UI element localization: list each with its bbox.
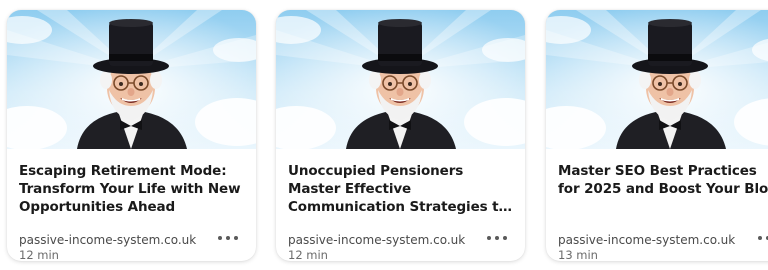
card-row: Escaping Retirement Mode: Transform Your… — [0, 0, 768, 270]
article-read-time: 13 min — [558, 248, 598, 261]
article-domain: passive-income-system.co.uk — [288, 233, 466, 247]
article-title[interactable]: Escaping Retirement Mode: Transform Your… — [19, 162, 247, 216]
top-hat-man-illustration — [546, 10, 768, 149]
article-card[interactable]: Master SEO Best Practices for 2025 and B… — [546, 10, 768, 261]
article-thumbnail — [7, 10, 256, 149]
top-hat-man-illustration — [7, 10, 256, 149]
article-thumbnail — [546, 10, 768, 149]
more-options-icon[interactable] — [756, 230, 768, 246]
article-read-time: 12 min — [19, 248, 59, 261]
article-card[interactable]: Unoccupied Pensioners Master Effective C… — [276, 10, 525, 261]
article-title[interactable]: Unoccupied Pensioners Master Effective C… — [288, 162, 516, 216]
article-card[interactable]: Escaping Retirement Mode: Transform Your… — [7, 10, 256, 261]
article-domain: passive-income-system.co.uk — [558, 233, 736, 247]
top-hat-man-illustration — [276, 10, 525, 149]
more-options-icon[interactable] — [216, 230, 240, 246]
article-read-time: 12 min — [288, 248, 328, 261]
article-thumbnail — [276, 10, 525, 149]
article-domain: passive-income-system.co.uk — [19, 233, 197, 247]
more-options-icon[interactable] — [485, 230, 509, 246]
article-title[interactable]: Master SEO Best Practices for 2025 and B… — [558, 162, 768, 198]
